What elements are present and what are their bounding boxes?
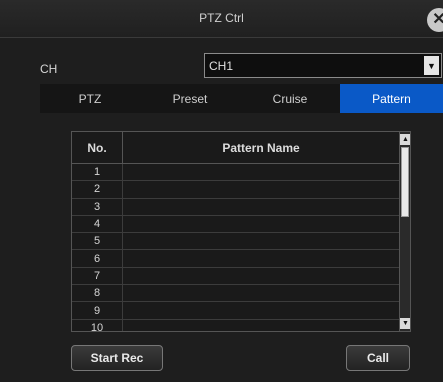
row-pattern-name (123, 320, 399, 331)
table-header: No. Pattern Name (72, 132, 399, 164)
table-row[interactable]: 1 (72, 164, 399, 182)
channel-select[interactable]: CH1 ▼ (204, 53, 442, 78)
table-row[interactable]: 2 (72, 181, 399, 199)
table-row[interactable]: 5 (72, 233, 399, 251)
row-pattern-name (123, 302, 399, 318)
table-row[interactable]: 10 (72, 319, 399, 331)
table-body: 1 2 3 4 5 6 7 8 9 10 (72, 164, 399, 331)
row-number: 2 (72, 181, 123, 198)
table-row[interactable]: 3 (72, 198, 399, 216)
row-pattern-name (123, 164, 399, 180)
row-number: 8 (72, 285, 123, 302)
table-row[interactable]: 6 (72, 250, 399, 268)
tab-cruise[interactable]: Cruise (240, 84, 340, 113)
title-bar: PTZ Ctrl ✕ (0, 0, 443, 38)
row-pattern-name (123, 268, 399, 284)
table-row[interactable]: 8 (72, 285, 399, 303)
table-row[interactable]: 7 (72, 267, 399, 286)
tab-preset[interactable]: Preset (140, 84, 240, 113)
row-number: 5 (72, 233, 123, 250)
scroll-down-icon[interactable]: ▼ (400, 318, 410, 329)
scroll-up-icon[interactable]: ▲ (400, 134, 410, 145)
channel-selected-value: CH1 (209, 59, 234, 73)
row-number: 6 (72, 250, 123, 267)
tab-ptz[interactable]: PTZ (40, 84, 140, 113)
dialog-title: PTZ Ctrl (199, 11, 244, 25)
row-pattern-name (123, 233, 399, 249)
row-number: 9 (72, 302, 123, 319)
call-button[interactable]: Call (346, 345, 410, 371)
scrollbar-thumb[interactable] (401, 147, 409, 217)
row-number: 10 (72, 319, 123, 331)
row-number: 4 (72, 215, 123, 233)
tab-bar: PTZ Preset Cruise Pattern (40, 84, 443, 113)
row-number: 1 (72, 164, 123, 181)
row-pattern-name (123, 181, 399, 197)
row-pattern-name (123, 250, 399, 266)
table-row[interactable]: 9 (72, 302, 399, 320)
row-pattern-name (123, 285, 399, 301)
table-row[interactable]: 4 (72, 215, 399, 234)
row-number: 7 (72, 267, 123, 285)
table-scrollbar[interactable]: ▲ ▼ (399, 132, 410, 331)
start-rec-button[interactable]: Start Rec (71, 345, 163, 371)
channel-label: CH (40, 62, 58, 76)
chevron-down-icon[interactable]: ▼ (424, 56, 439, 75)
row-pattern-name (123, 199, 399, 215)
column-header-pattern-name: Pattern Name (222, 140, 300, 155)
column-header-no: No. (72, 132, 123, 163)
row-pattern-name (123, 216, 399, 232)
close-icon[interactable]: ✕ (427, 8, 443, 32)
tab-pattern[interactable]: Pattern (340, 84, 443, 113)
pattern-table: No. Pattern Name 1 2 3 4 5 6 7 8 9 10 ▲ … (71, 131, 411, 332)
row-number: 3 (72, 198, 123, 215)
